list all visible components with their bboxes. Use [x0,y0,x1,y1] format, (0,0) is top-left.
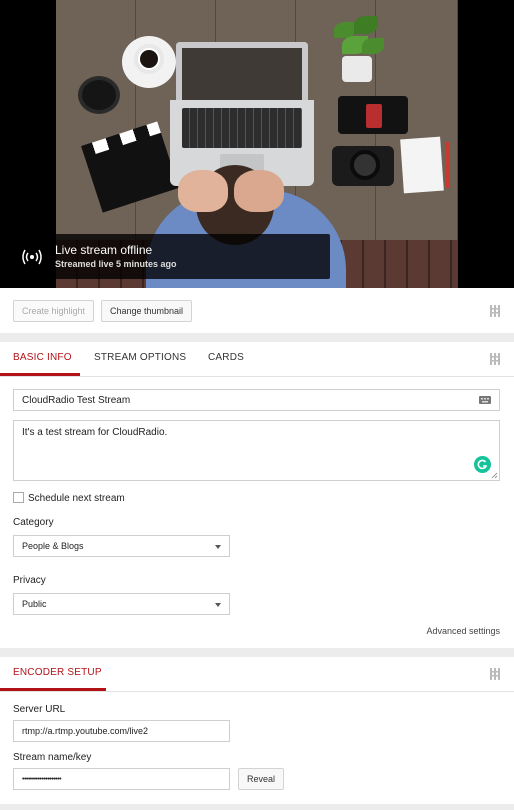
resize-handle-icon[interactable] [491,472,498,479]
stream-thumbnail: Live stream offline Streamed live 5 minu… [0,0,514,288]
drag-handle-icon[interactable] [490,305,500,317]
change-thumbnail-button[interactable]: Change thumbnail [101,300,193,322]
stream-key-label: Stream name/key [13,752,92,763]
drag-handle-icon[interactable] [490,353,500,365]
advanced-settings-link[interactable]: Advanced settings [426,626,500,636]
server-url-field[interactable]: rtmp://a.rtmp.youtube.com/live2 [13,720,230,742]
privacy-label: Privacy [13,575,46,586]
encoder-setup-panel: ENCODER SETUP Server URL rtmp://a.rtmp.y… [0,657,514,804]
stream-key-value: •••••••••••••••••••• [22,775,62,783]
keyboard-badge-icon[interactable] [479,396,491,404]
stream-status-overlay: Live stream offline Streamed live 5 minu… [12,234,330,279]
privacy-value: Public [22,599,47,609]
tab-stream-options[interactable]: STREAM OPTIONS [94,352,186,363]
chevron-down-icon [215,545,221,549]
title-input-value: CloudRadio Test Stream [22,394,131,406]
reveal-button[interactable]: Reveal [238,768,285,790]
server-url-value: rtmp://a.rtmp.youtube.com/live2 [22,726,149,736]
stream-key-field[interactable]: •••••••••••••••••••• [13,768,230,790]
category-value: People & Blogs [22,541,84,551]
description-textarea[interactable]: It's a test stream for CloudRadio. [13,420,500,481]
stream-status-subtitle: Streamed live 5 minutes ago [55,259,177,269]
stream-status-title: Live stream offline [55,243,153,257]
chevron-down-icon [215,603,221,607]
tab-cards[interactable]: CARDS [208,352,244,363]
grammarly-icon[interactable] [474,456,491,473]
category-label: Category [13,517,54,528]
privacy-select[interactable]: Public [13,593,230,615]
broadcast-icon [22,249,42,265]
category-select[interactable]: People & Blogs [13,535,230,557]
description-value: It's a test stream for CloudRadio. [22,427,168,438]
drag-handle-icon[interactable] [490,668,500,680]
basic-info-panel: BASIC INFO STREAM OPTIONS CARDS CloudRad… [0,342,514,648]
title-input[interactable]: CloudRadio Test Stream [13,389,500,411]
schedule-label: Schedule next stream [28,493,125,504]
create-highlight-button[interactable]: Create highlight [13,300,95,322]
schedule-checkbox[interactable] [13,492,24,503]
tab-encoder-setup[interactable]: ENCODER SETUP [13,667,102,678]
thumbnail-actions-panel: Create highlight Change thumbnail [0,288,514,333]
server-url-label: Server URL [13,704,66,715]
tab-basic-info[interactable]: BASIC INFO [13,352,72,363]
